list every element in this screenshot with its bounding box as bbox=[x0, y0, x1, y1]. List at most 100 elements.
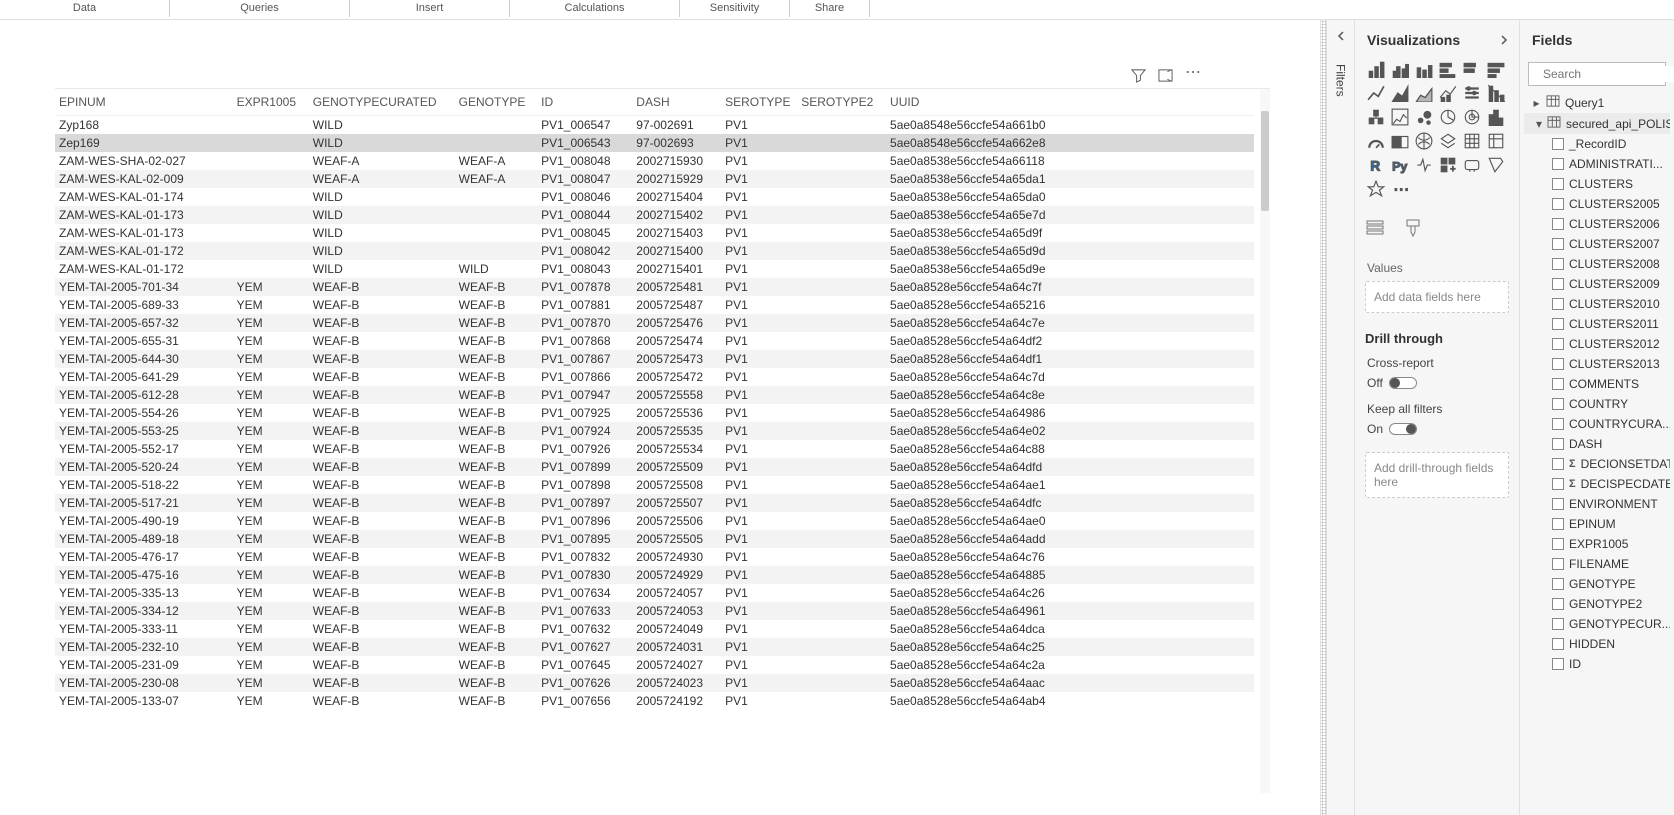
field-checkbox[interactable] bbox=[1552, 278, 1564, 290]
field-item[interactable]: FILENAME bbox=[1524, 554, 1670, 574]
scrollbar-vertical[interactable] bbox=[1260, 89, 1270, 793]
more-options-icon[interactable]: ⋯ bbox=[1185, 68, 1200, 83]
field-checkbox[interactable] bbox=[1552, 438, 1564, 450]
viz-type-icon[interactable]: Py bbox=[1389, 154, 1411, 176]
table-row[interactable]: YEM-TAI-2005-520-24YEMWEAF-BWEAF-BPV1_00… bbox=[55, 458, 1254, 476]
focus-mode-icon[interactable] bbox=[1158, 68, 1173, 83]
table-row[interactable]: ZAM-WES-SHA-02-027WEAF-AWEAF-APV1_008048… bbox=[55, 152, 1254, 170]
field-checkbox[interactable] bbox=[1552, 138, 1564, 150]
filters-pane-collapsed[interactable]: Filters bbox=[1326, 20, 1354, 815]
viz-type-icon[interactable] bbox=[1389, 130, 1411, 152]
field-checkbox[interactable] bbox=[1552, 518, 1564, 530]
viz-type-icon[interactable] bbox=[1461, 154, 1483, 176]
ribbon-group-data[interactable]: Data bbox=[0, 0, 170, 17]
cross-report-toggle[interactable]: Off bbox=[1367, 376, 1507, 390]
field-item[interactable]: COUNTRY bbox=[1524, 394, 1670, 414]
field-item[interactable]: GENOTYPECUR... bbox=[1524, 614, 1670, 634]
table-row[interactable]: YEM-TAI-2005-334-12YEMWEAF-BWEAF-BPV1_00… bbox=[55, 602, 1254, 620]
ribbon-group-sensitivity[interactable]: Sensitivity bbox=[680, 0, 790, 17]
table-row[interactable]: ZAM-WES-KAL-01-173WILDPV1_00804420027154… bbox=[55, 206, 1254, 224]
viz-type-icon[interactable] bbox=[1413, 130, 1435, 152]
fields-well-icon[interactable] bbox=[1365, 218, 1385, 241]
ribbon-group-queries[interactable]: Queries bbox=[170, 0, 350, 17]
table-row[interactable]: YEM-TAI-2005-689-33YEMWEAF-BWEAF-BPV1_00… bbox=[55, 296, 1254, 314]
viz-type-icon[interactable] bbox=[1437, 130, 1459, 152]
field-item[interactable]: CLUSTERS2005 bbox=[1524, 194, 1670, 214]
column-header[interactable]: GENOTYPECURATED bbox=[309, 89, 455, 116]
fields-table[interactable]: ▾secured_api_POLIS bbox=[1524, 113, 1670, 134]
field-checkbox[interactable] bbox=[1552, 658, 1564, 670]
field-item[interactable]: GENOTYPE bbox=[1524, 574, 1670, 594]
table-row[interactable]: YEM-TAI-2005-232-10YEMWEAF-BWEAF-BPV1_00… bbox=[55, 638, 1254, 656]
table-row[interactable]: YEM-TAI-2005-475-16YEMWEAF-BWEAF-BPV1_00… bbox=[55, 566, 1254, 584]
field-item[interactable]: ADMINISTRATI... bbox=[1524, 154, 1670, 174]
viz-type-icon[interactable] bbox=[1365, 178, 1387, 200]
field-item[interactable]: CLUSTERS2011 bbox=[1524, 314, 1670, 334]
field-checkbox[interactable] bbox=[1552, 538, 1564, 550]
filter-icon[interactable] bbox=[1131, 68, 1146, 83]
viz-type-icon[interactable] bbox=[1389, 106, 1411, 128]
field-checkbox[interactable] bbox=[1552, 318, 1564, 330]
field-checkbox[interactable] bbox=[1552, 298, 1564, 310]
table-row[interactable]: YEM-TAI-2005-490-19YEMWEAF-BWEAF-BPV1_00… bbox=[55, 512, 1254, 530]
column-header[interactable]: EXPR1005 bbox=[233, 89, 309, 116]
field-checkbox[interactable] bbox=[1552, 238, 1564, 250]
field-checkbox[interactable] bbox=[1552, 398, 1564, 410]
viz-type-icon[interactable] bbox=[1365, 106, 1387, 128]
table-row[interactable]: YEM-TAI-2005-335-13YEMWEAF-BWEAF-BPV1_00… bbox=[55, 584, 1254, 602]
table-row[interactable]: ZAM-WES-KAL-01-173WILDPV1_00804520027154… bbox=[55, 224, 1254, 242]
field-checkbox[interactable] bbox=[1552, 498, 1564, 510]
viz-type-icon[interactable]: + bbox=[1437, 154, 1459, 176]
fields-search-input[interactable] bbox=[1541, 66, 1674, 82]
viz-type-icon[interactable] bbox=[1365, 58, 1387, 80]
table-row[interactable]: YEM-TAI-2005-701-34YEMWEAF-BWEAF-BPV1_00… bbox=[55, 278, 1254, 296]
field-item[interactable]: CLUSTERS2008 bbox=[1524, 254, 1670, 274]
field-checkbox[interactable] bbox=[1552, 258, 1564, 270]
table-row[interactable]: YEM-TAI-2005-231-09YEMWEAF-BWEAF-BPV1_00… bbox=[55, 656, 1254, 674]
column-header[interactable]: SEROTYPE bbox=[721, 89, 797, 116]
viz-type-icon[interactable] bbox=[1389, 58, 1411, 80]
table-row[interactable]: YEM-TAI-2005-133-07YEMWEAF-BWEAF-BPV1_00… bbox=[55, 692, 1254, 710]
table-row[interactable]: ZAM-WES-KAL-02-009WEAF-AWEAF-APV1_008047… bbox=[55, 170, 1254, 188]
table-row[interactable]: YEM-TAI-2005-612-28YEMWEAF-BWEAF-BPV1_00… bbox=[55, 386, 1254, 404]
table-visual[interactable]: EPINUMEXPR1005GENOTYPECURATEDGENOTYPEIDD… bbox=[55, 88, 1270, 793]
format-pane-icon[interactable] bbox=[1403, 218, 1423, 241]
chevron-right-icon[interactable] bbox=[1499, 32, 1509, 48]
table-row[interactable]: YEM-TAI-2005-552-17YEMWEAF-BWEAF-BPV1_00… bbox=[55, 440, 1254, 458]
table-row[interactable]: YEM-TAI-2005-657-32YEMWEAF-BWEAF-BPV1_00… bbox=[55, 314, 1254, 332]
table-row[interactable]: YEM-TAI-2005-655-31YEMWEAF-BWEAF-BPV1_00… bbox=[55, 332, 1254, 350]
viz-type-icon[interactable] bbox=[1413, 106, 1435, 128]
viz-type-icon[interactable] bbox=[1461, 82, 1483, 104]
table-row[interactable]: ZAM-WES-KAL-01-174WILDPV1_00804620027154… bbox=[55, 188, 1254, 206]
viz-type-icon[interactable] bbox=[1437, 82, 1459, 104]
fields-search[interactable] bbox=[1528, 62, 1666, 86]
viz-type-icon[interactable] bbox=[1437, 58, 1459, 80]
viz-type-icon[interactable] bbox=[1485, 82, 1507, 104]
field-item[interactable]: DASH bbox=[1524, 434, 1670, 454]
viz-type-icon[interactable] bbox=[1437, 106, 1459, 128]
field-checkbox[interactable] bbox=[1552, 218, 1564, 230]
field-checkbox[interactable] bbox=[1552, 198, 1564, 210]
field-checkbox[interactable] bbox=[1552, 578, 1564, 590]
viz-type-icon[interactable] bbox=[1413, 82, 1435, 104]
viz-type-icon[interactable]: R bbox=[1365, 154, 1387, 176]
column-header[interactable]: SEROTYPE2 bbox=[797, 89, 886, 116]
table-row[interactable]: Zep169WILDPV1_00654397-002693PV15ae0a854… bbox=[55, 134, 1254, 152]
column-header[interactable]: GENOTYPE bbox=[455, 89, 537, 116]
table-row[interactable]: ZAM-WES-KAL-01-172WILDPV1_00804220027154… bbox=[55, 242, 1254, 260]
viz-type-icon[interactable]: ⋯ bbox=[1389, 178, 1411, 200]
keep-filters-toggle[interactable]: On bbox=[1367, 422, 1507, 436]
chevron-left-icon[interactable] bbox=[1336, 30, 1346, 44]
field-item[interactable]: ENVIRONMENT bbox=[1524, 494, 1670, 514]
field-checkbox[interactable] bbox=[1552, 558, 1564, 570]
viz-type-icon[interactable] bbox=[1485, 154, 1507, 176]
table-row[interactable]: YEM-TAI-2005-333-11YEMWEAF-BWEAF-BPV1_00… bbox=[55, 620, 1254, 638]
viz-type-icon[interactable] bbox=[1389, 82, 1411, 104]
field-checkbox[interactable] bbox=[1552, 598, 1564, 610]
field-item[interactable]: CLUSTERS2012 bbox=[1524, 334, 1670, 354]
viz-type-icon[interactable] bbox=[1485, 130, 1507, 152]
table-row[interactable]: YEM-TAI-2005-641-29YEMWEAF-BWEAF-BPV1_00… bbox=[55, 368, 1254, 386]
viz-type-icon[interactable] bbox=[1413, 154, 1435, 176]
field-item[interactable]: _RecordID bbox=[1524, 134, 1670, 154]
field-item[interactable]: CLUSTERS2007 bbox=[1524, 234, 1670, 254]
